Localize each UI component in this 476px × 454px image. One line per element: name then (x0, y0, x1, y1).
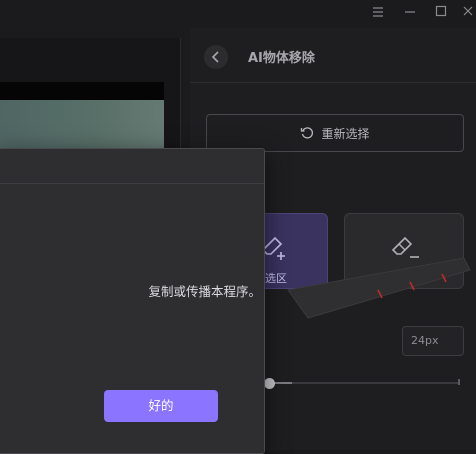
preview-letterbox (0, 82, 164, 100)
brush-size-slider[interactable] (270, 382, 460, 384)
panel-header-divider (190, 82, 476, 83)
brush-size-slider-end (458, 379, 460, 385)
reselect-button[interactable]: 重新选择 (206, 114, 464, 152)
minimize-icon[interactable] (400, 4, 420, 24)
title-bar (0, 0, 476, 28)
panel-title: AI物体移除 (248, 51, 315, 66)
hamburger-icon[interactable] (368, 4, 388, 24)
dialog-message-text: 复制或传播本程序。 (148, 284, 261, 299)
reselect-label: 重新选择 (321, 126, 370, 141)
chevron-left-icon (211, 51, 219, 63)
ok-button[interactable]: 好的 (104, 390, 218, 422)
brush-stroke-overlay (287, 257, 471, 319)
close-icon[interactable] (458, 4, 476, 24)
rotate-ccw-icon (301, 127, 314, 139)
brush-size-input[interactable]: 24px (402, 326, 464, 356)
maximize-icon[interactable] (431, 4, 451, 24)
dialog-header-divider (0, 183, 264, 184)
brush-size-slider-thumb[interactable] (264, 378, 275, 389)
notice-dialog: 复制或传播本程序。 好的 (0, 148, 265, 454)
preview-image[interactable] (0, 100, 164, 150)
add-selection-label: 选区 (265, 272, 287, 285)
back-button[interactable] (204, 45, 228, 69)
dialog-message: 复制或传播本程序。 (0, 281, 261, 300)
